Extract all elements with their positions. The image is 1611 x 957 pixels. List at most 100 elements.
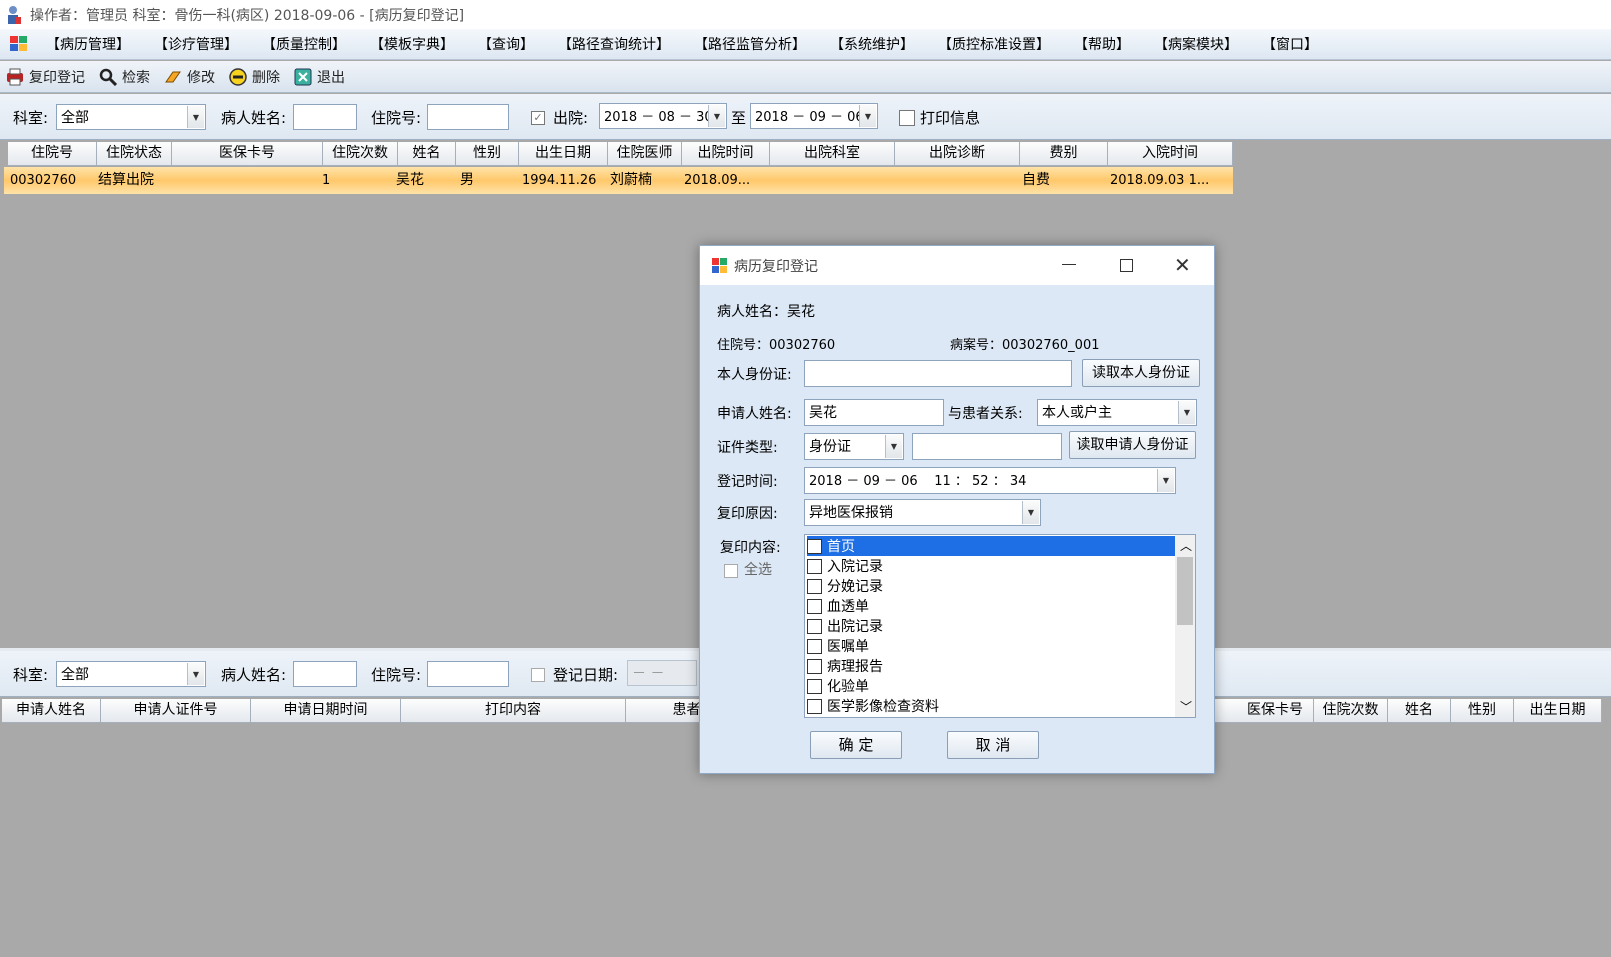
list-item[interactable]: 医嘱单 [807, 636, 1175, 656]
edit-button[interactable]: 修改 [164, 67, 215, 87]
menu-system[interactable]: 【系统维护】 [830, 34, 914, 54]
list-item[interactable]: 血透单 [807, 596, 1175, 616]
col-admission-count-2[interactable]: 住院次数 [1314, 699, 1388, 723]
list-item[interactable]: 入院记录 [807, 556, 1175, 576]
idcard-label: 本人身份证: [717, 367, 792, 383]
patient-name-input[interactable] [293, 104, 357, 130]
checkbox[interactable] [807, 658, 822, 674]
col-admission-time[interactable]: 入院时间 [1108, 142, 1233, 166]
checkbox[interactable] [807, 538, 822, 554]
idtype-select[interactable]: 身份证 ▼ [804, 433, 904, 460]
checkbox[interactable] [807, 678, 822, 694]
list-item[interactable]: 病理报告 [807, 656, 1175, 676]
col-fee-type[interactable]: 费别 [1020, 142, 1108, 166]
checkbox[interactable] [807, 578, 822, 594]
ok-button[interactable]: 确 定 [810, 731, 902, 759]
col-discharge-diagnosis[interactable]: 出院诊断 [895, 142, 1020, 166]
table-row[interactable]: 00302760 结算出院 1 吴花 男 1994.11.26 刘蔚楠 2018… [4, 167, 1233, 194]
dept-select[interactable]: 全部 ▼ [56, 104, 206, 130]
col-status[interactable]: 住院状态 [97, 142, 172, 166]
col-discharge-time[interactable]: 出院时间 [682, 142, 770, 166]
list-item[interactable]: 分娩记录 [807, 576, 1175, 596]
col-apply-datetime[interactable]: 申请日期时间 [251, 699, 401, 723]
content-label: 复印内容: [720, 540, 781, 556]
checkbox[interactable] [807, 598, 822, 614]
print-register-label: 复印登记 [29, 69, 85, 86]
reason-select[interactable]: 异地医保报销 ▼ [804, 499, 1041, 526]
menu-window[interactable]: 【窗口】 [1262, 34, 1318, 54]
menu-case-module[interactable]: 【病案模块】 [1154, 34, 1238, 54]
col-applicant-name[interactable]: 申请人姓名 [2, 699, 101, 723]
scrollbar-thumb[interactable] [1177, 557, 1193, 625]
list-scrollbar[interactable]: ︿ ﹀ [1175, 535, 1195, 717]
delete-button[interactable]: 删除 [229, 67, 280, 87]
print-info-checkbox[interactable] [899, 110, 915, 126]
exit-button[interactable]: 退出 [294, 67, 345, 87]
list-item[interactable]: 医学影像检查资料 [807, 696, 1175, 716]
checkbox[interactable] [807, 698, 822, 714]
cancel-button[interactable]: 取 消 [947, 731, 1039, 759]
menu-quality-control[interactable]: 【质量控制】 [262, 34, 346, 54]
col-birthdate-2[interactable]: 出生日期 [1514, 699, 1602, 723]
col-gender-2[interactable]: 性别 [1451, 699, 1514, 723]
inpatient-no-input-2[interactable] [427, 661, 509, 687]
regdate-picker[interactable]: － － [627, 660, 697, 686]
cell-discharge-time: 2018.09... [684, 173, 751, 188]
patient-name-input-2[interactable] [293, 661, 357, 687]
menu-medical-records[interactable]: 【病历管理】 [46, 34, 130, 54]
read-applicant-id-button[interactable]: 读取申请人身份证 [1069, 431, 1196, 459]
menu-path-stats[interactable]: 【路径查询统计】 [558, 34, 670, 54]
discharge-checkbox[interactable]: ✓ [531, 111, 545, 125]
idcard-input[interactable] [804, 360, 1072, 387]
col-inpatient-no[interactable]: 住院号 [8, 142, 97, 166]
col-applicant-id[interactable]: 申请人证件号 [101, 699, 251, 723]
read-self-id-button[interactable]: 读取本人身份证 [1082, 359, 1200, 387]
col-name[interactable]: 姓名 [398, 142, 456, 166]
checkbox[interactable] [807, 618, 822, 634]
col-birthdate[interactable]: 出生日期 [519, 142, 608, 166]
checkbox[interactable] [807, 638, 822, 654]
chevron-up-icon[interactable]: ︿ [1180, 537, 1192, 554]
close-icon[interactable]: ✕ [1174, 254, 1191, 276]
checkbox[interactable] [807, 558, 822, 574]
menu-treatment[interactable]: 【诊疗管理】 [154, 34, 238, 54]
regtime-picker[interactable]: 2018 － 09 － 06 11 ： 52 ： 34 ▼ [804, 467, 1176, 494]
regdate-checkbox[interactable] [531, 668, 545, 682]
col-name-2[interactable]: 姓名 [1388, 699, 1451, 723]
minimize-icon[interactable] [1062, 264, 1076, 265]
maximize-icon[interactable] [1120, 259, 1133, 272]
menu-qc-standards[interactable]: 【质控标准设置】 [938, 34, 1050, 54]
dept-select-2[interactable]: 全部 ▼ [56, 661, 206, 687]
col-print-content[interactable]: 打印内容 [401, 699, 626, 723]
dialog-case-no: 病案号：00302760_001 [950, 338, 1100, 353]
list-item[interactable]: 出院记录 [807, 616, 1175, 636]
list-item[interactable]: 首页 [807, 536, 1175, 556]
menu-help[interactable]: 【帮助】 [1074, 34, 1130, 54]
inpatient-no-input[interactable] [427, 104, 509, 130]
cell-status: 结算出院 [98, 172, 154, 188]
window-title: 操作者：管理员 科室：骨伤一科(病区) 2018-09-06 - [病历复印登记… [30, 7, 465, 24]
date-from-picker[interactable]: 2018 － 08 － 30 ▼ [599, 103, 727, 129]
menu-query[interactable]: 【查询】 [478, 34, 534, 54]
date-to-picker[interactable]: 2018 － 09 － 06 ▼ [750, 103, 878, 129]
applicant-input[interactable]: 吴花 [804, 399, 944, 426]
relation-select[interactable]: 本人或户主 ▼ [1037, 399, 1197, 426]
applicant-id-input[interactable] [912, 433, 1062, 460]
col-gender[interactable]: 性别 [456, 142, 519, 166]
menu-template-dict[interactable]: 【模板字典】 [370, 34, 454, 54]
search-button[interactable]: 检索 [99, 67, 150, 87]
menu-path-analysis[interactable]: 【路径监管分析】 [694, 34, 806, 54]
col-doctor[interactable]: 住院医师 [608, 142, 682, 166]
col-admission-count[interactable]: 住院次数 [323, 142, 398, 166]
cell-admission-count: 1 [322, 173, 331, 188]
print-register-button[interactable]: 复印登记 [6, 67, 85, 87]
list-item[interactable]: 化验单 [807, 676, 1175, 696]
select-all-checkbox[interactable] [724, 564, 738, 578]
col-insurance-card[interactable]: 医保卡号 [172, 142, 323, 166]
dialog-titlebar: 病历复印登记 ✕ [700, 246, 1214, 285]
dialog-title: 病历复印登记 [734, 258, 818, 275]
mdi-icon[interactable] [10, 36, 28, 52]
chevron-down-icon[interactable]: ﹀ [1180, 698, 1192, 715]
toolbar: 复印登记 检索 修改 删除 退出 [0, 61, 1611, 93]
col-discharge-dept[interactable]: 出院科室 [770, 142, 895, 166]
